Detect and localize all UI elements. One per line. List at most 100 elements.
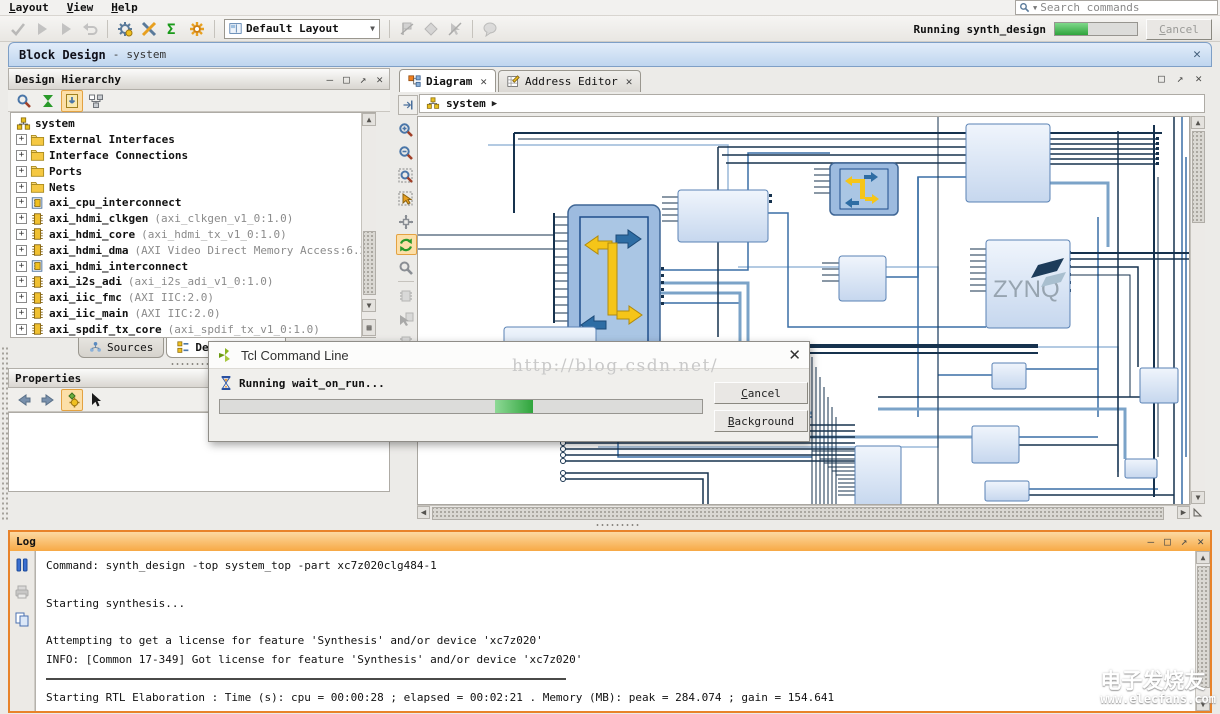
block-axi-interconnect-mini[interactable] — [830, 163, 898, 215]
search-icon[interactable] — [13, 90, 35, 112]
scroll-right-icon[interactable]: ▶ — [1177, 506, 1190, 519]
search-icon[interactable] — [396, 257, 417, 278]
tree-item-axi_iic_main[interactable]: +axi_iic_main(AXI IIC:2.0) — [15, 306, 375, 322]
tree-item-axi_hdmi_clkgen[interactable]: +axi_hdmi_clkgen(axi_clkgen_v1_0:1.0) — [15, 211, 375, 227]
expander-icon[interactable]: + — [16, 229, 27, 240]
tree-item-axi_iic_fmc[interactable]: +axi_iic_fmc(AXI IIC:2.0) — [15, 290, 375, 306]
layout-selector-dropdown[interactable]: Default Layout ▼ — [224, 19, 380, 39]
expander-icon[interactable]: + — [16, 292, 27, 303]
tree-item-Nets[interactable]: +Nets — [15, 179, 375, 195]
menu-view[interactable]: View — [58, 1, 103, 14]
zoom-in-icon[interactable] — [396, 119, 417, 140]
block-ip[interactable] — [985, 481, 1029, 501]
expander-icon[interactable]: + — [16, 134, 27, 145]
expander-icon[interactable]: + — [16, 308, 27, 319]
close-icon[interactable]: ✕ — [480, 75, 487, 88]
log-header[interactable]: Log — □ ↗ ✕ — [10, 532, 1210, 551]
tree-item-Interface Connections[interactable]: +Interface Connections — [15, 148, 375, 164]
menu-layout[interactable]: Layout — [0, 1, 58, 14]
scroll-up-icon[interactable]: ▲ — [1191, 116, 1205, 129]
pause-output-icon[interactable] — [12, 555, 32, 575]
breadcrumb-item[interactable]: system — [446, 97, 486, 110]
scroll-down-icon[interactable]: ▼ — [1191, 491, 1205, 504]
close-icon[interactable]: ✕ — [376, 74, 383, 85]
scroll-left-icon[interactable]: ◀ — [417, 506, 430, 519]
select-area-icon[interactable] — [396, 188, 417, 209]
zoom-out-icon[interactable] — [396, 142, 417, 163]
tree-item-axi_spdif_tx_core[interactable]: +axi_spdif_tx_core(axi_spdif_tx_v1_0:1.0… — [15, 321, 375, 337]
float-icon[interactable]: ↗ — [1177, 72, 1184, 85]
hierarchy-view-icon[interactable] — [85, 90, 107, 112]
cursor-disabled-icon[interactable] — [444, 18, 466, 40]
block-ip[interactable] — [839, 256, 886, 301]
scroll-up-icon[interactable]: ▲ — [1196, 551, 1210, 564]
expander-icon[interactable]: + — [16, 324, 27, 335]
breadcrumb[interactable]: system ▶ — [419, 94, 1205, 113]
tree-item-axi_i2s_adi[interactable]: +axi_i2s_adi(axi_i2s_adi_v1_0:1.0) — [15, 274, 375, 290]
expander-icon[interactable]: + — [16, 150, 27, 161]
printer-icon[interactable] — [12, 582, 32, 602]
pin-icon[interactable] — [396, 18, 418, 40]
log-output[interactable]: Command: synth_design -top system_top -p… — [35, 551, 1196, 711]
expander-icon[interactable]: + — [16, 245, 27, 256]
cancel-button[interactable]: Cancel — [714, 382, 808, 404]
tree-item-axi_cpu_interconnect[interactable]: +axi_cpu_interconnect — [15, 195, 375, 211]
close-icon[interactable]: ✕ — [626, 75, 633, 88]
search-commands-input[interactable]: ▼ Search commands — [1015, 0, 1218, 15]
close-icon[interactable]: ✕ — [1193, 47, 1201, 62]
minimize-icon[interactable]: — — [1148, 536, 1155, 547]
autofit-icon[interactable] — [396, 234, 417, 255]
close-icon[interactable]: ✕ — [788, 346, 801, 364]
tree-item-axi_hdmi_interconnect[interactable]: +axi_hdmi_interconnect — [15, 258, 375, 274]
block-ip[interactable] — [992, 363, 1026, 389]
report-sigma-icon[interactable]: Σ — [162, 18, 184, 40]
horizontal-splitter[interactable] — [0, 520, 1220, 530]
maximize-icon[interactable]: □ — [1158, 72, 1165, 85]
tree-item-axi_hdmi_dma[interactable]: +axi_hdmi_dma(AXI Video Direct Memory Ac… — [15, 242, 375, 258]
close-icon[interactable]: ✕ — [1197, 536, 1204, 547]
forward-arrow-icon[interactable] — [37, 389, 59, 411]
block-ip[interactable] — [1125, 459, 1157, 478]
fit-window-icon[interactable] — [396, 211, 417, 232]
expander-icon[interactable]: + — [16, 276, 27, 287]
minimize-icon[interactable]: — — [327, 74, 334, 85]
tree-scrollbar[interactable]: ▲ ▼ ▦ — [361, 113, 376, 337]
diagram-canvas[interactable]: ZYNQ — [417, 116, 1190, 505]
cancel-run-button[interactable]: Cancel — [1146, 19, 1212, 40]
expand-collapse-icon[interactable] — [37, 90, 59, 112]
run-complete-icon[interactable] — [7, 18, 29, 40]
project-gear-icon[interactable] — [186, 18, 208, 40]
pointer-block-icon[interactable] — [396, 308, 417, 329]
expander-icon[interactable]: + — [16, 213, 27, 224]
block-ip[interactable] — [1140, 368, 1178, 403]
zoom-fit-icon[interactable] — [396, 165, 417, 186]
menu-help[interactable]: Help — [102, 1, 147, 14]
collapse-sidebar-icon[interactable] — [398, 95, 418, 115]
run-step-icon[interactable] — [55, 18, 77, 40]
back-arrow-icon[interactable] — [13, 389, 35, 411]
tree-item-External Interfaces[interactable]: +External Interfaces — [15, 132, 375, 148]
expander-icon[interactable]: + — [16, 261, 27, 272]
tab-diagram[interactable]: Diagram ✕ — [399, 69, 496, 92]
run-icon[interactable] — [31, 18, 53, 40]
flat-view-icon[interactable] — [61, 90, 83, 112]
scroll-up-icon[interactable]: ▲ — [362, 113, 376, 126]
resize-grid-icon[interactable]: ▦ — [362, 319, 376, 336]
diamond-icon[interactable] — [420, 18, 442, 40]
maximize-icon[interactable]: □ — [1164, 536, 1171, 547]
tab-address-editor[interactable]: Address Editor ✕ — [498, 70, 641, 92]
tab-sources[interactable]: Sources — [78, 338, 164, 358]
block-zynq-ps[interactable]: ZYNQ — [986, 240, 1070, 328]
float-icon[interactable]: ↗ — [1181, 536, 1188, 547]
reset-run-icon[interactable] — [79, 18, 101, 40]
scroll-down-icon[interactable]: ▼ — [362, 299, 376, 312]
tree-item-system[interactable]: system — [15, 116, 375, 132]
tree-item-axi_hdmi_core[interactable]: +axi_hdmi_core(axi_hdmi_tx_v1_0:1.0) — [15, 227, 375, 243]
expander-icon[interactable]: + — [16, 182, 27, 193]
background-button[interactable]: Background — [714, 410, 808, 432]
feedback-icon[interactable] — [479, 18, 501, 40]
block-ip[interactable] — [855, 446, 901, 505]
tools-icon[interactable] — [138, 18, 160, 40]
tree-item-Ports[interactable]: +Ports — [15, 163, 375, 179]
pointer-icon[interactable] — [85, 389, 107, 411]
